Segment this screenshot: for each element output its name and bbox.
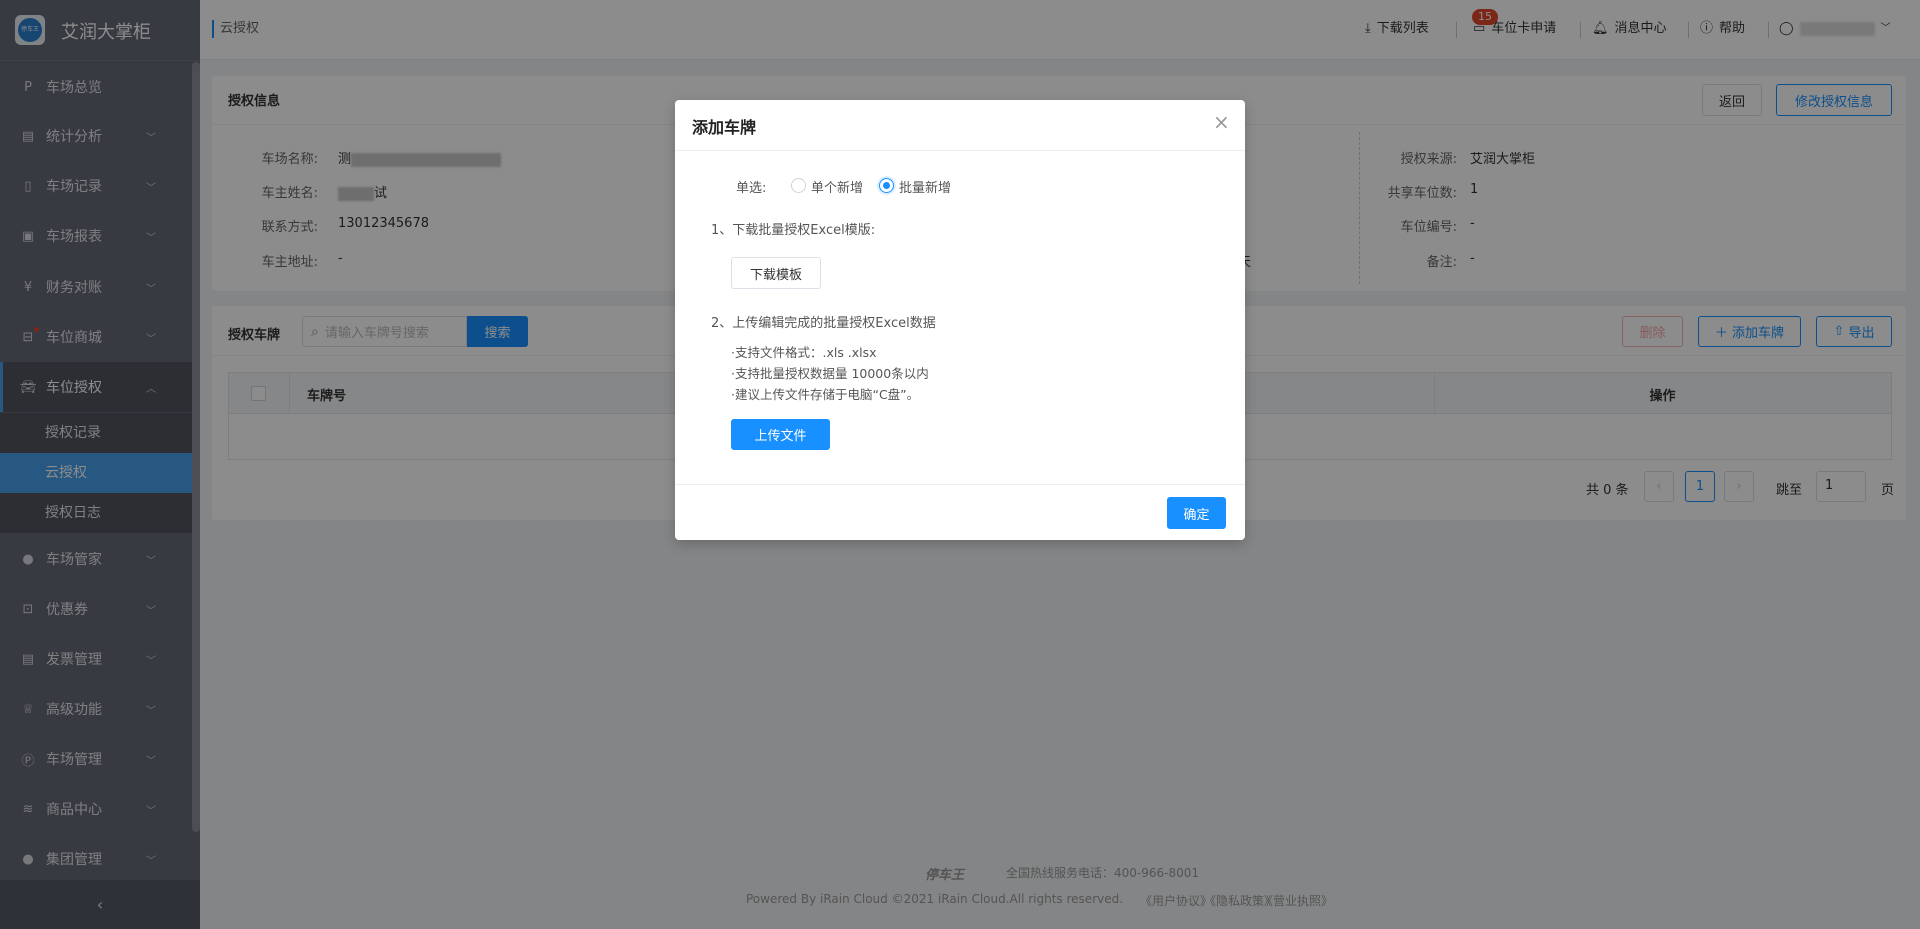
note-formats: ·支持文件格式：.xls .xlsx	[731, 345, 877, 360]
note-limit: ·支持批量授权数据量 10000条以内	[731, 366, 929, 381]
step-2-text: 2、上传编辑完成的批量授权Excel数据	[711, 316, 936, 331]
batch-add-radio[interactable]	[879, 178, 894, 193]
single-add-label[interactable]: 单个新增	[811, 177, 863, 196]
step-1-text: 1、下载批量授权Excel模版:	[711, 223, 876, 238]
add-plate-modal: 添加车牌 × 单选: 单个新增 批量新增 1、下载批量授权Excel模版: 下载…	[675, 100, 1245, 540]
divider	[675, 484, 1245, 485]
confirm-button[interactable]: 确定	[1167, 497, 1226, 529]
note-storage: ·建议上传文件存储于电脑“C盘”。	[731, 387, 920, 402]
batch-add-label[interactable]: 批量新增	[899, 177, 951, 196]
download-template-button[interactable]: 下载模板	[731, 257, 821, 289]
single-add-radio[interactable]	[791, 178, 806, 193]
radio-group-label: 单选:	[736, 181, 767, 196]
close-icon[interactable]: ×	[1213, 110, 1230, 134]
modal-title: 添加车牌	[692, 118, 757, 137]
divider	[675, 150, 1245, 151]
upload-file-button[interactable]: 上传文件	[731, 419, 830, 450]
